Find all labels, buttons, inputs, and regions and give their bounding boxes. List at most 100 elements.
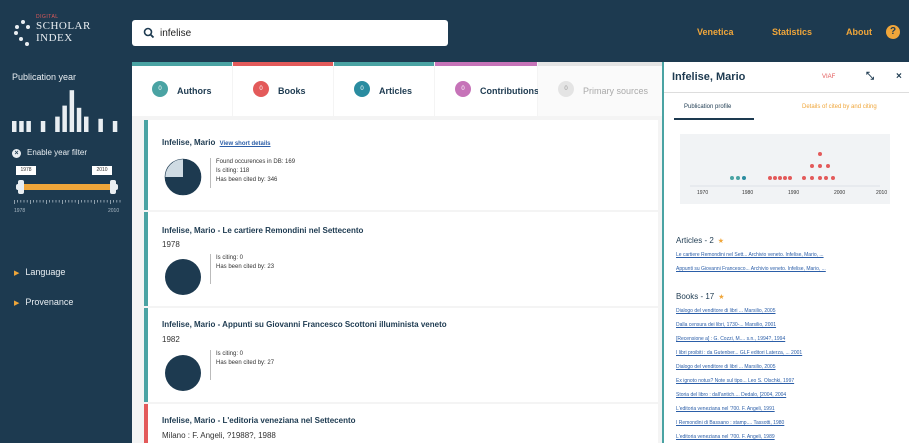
tick-label-start: 1978 — [14, 208, 26, 214]
book-link[interactable]: [Recensione a] : G. Cozzi, M.... s.n., 1… — [676, 336, 785, 342]
nav-statistics[interactable]: Statistics — [772, 27, 812, 37]
book-link[interactable]: Storia del libro : dall'antich.... Dedal… — [676, 392, 786, 398]
tick-mark — [116, 200, 118, 203]
count-badge: 0 — [253, 81, 269, 97]
year-slider-track[interactable] — [16, 184, 118, 190]
book-link[interactable]: L'editoria veneziana nel '700. F. Angeli… — [676, 406, 775, 412]
axis-label: 1970 — [697, 190, 709, 196]
year-ticks — [14, 200, 121, 204]
articles-header[interactable]: Articles - 2 ★ — [676, 236, 724, 245]
year-slider-handle-start[interactable] — [18, 180, 24, 194]
year-from-input[interactable]: 1978 — [16, 166, 36, 175]
book-link[interactable]: Dalla censura dei libri, 1730-... Marsil… — [676, 322, 776, 328]
facet-provenance[interactable]: ▶ Provenance — [14, 297, 73, 307]
tab-articles[interactable]: 0 Articles — [334, 62, 434, 116]
divider — [210, 254, 211, 284]
tick-mark — [87, 200, 89, 203]
tick-mark — [39, 200, 41, 203]
result-title: Infelise, Mario - Appunti su Giovanni Fr… — [162, 320, 447, 329]
details-panel: Infelise, Mario VIAF ⤡ × Publication pro… — [662, 62, 909, 443]
year-to-input[interactable]: 2010 — [92, 166, 112, 175]
tab-label: Contributions — [480, 86, 539, 96]
publication-timeline — [680, 134, 890, 204]
timeline-dot — [768, 176, 772, 180]
view-short-details-link[interactable]: View short details — [220, 141, 271, 147]
enable-year-filter[interactable]: × Enable year filter — [12, 148, 87, 158]
result-info: Is citing: 0 Has been cited by: 27 — [216, 351, 275, 366]
timeline-dot — [742, 176, 746, 180]
citation-pie-chart — [164, 158, 202, 196]
tick-mark — [23, 200, 25, 203]
result-card[interactable]: Infelise, Mario - Le cartiere Remondini … — [144, 212, 658, 306]
pie-slice-cited — [165, 259, 201, 295]
facet-label: Language — [25, 267, 66, 277]
article-link[interactable]: Appunti su Giovanni Francesco... Archivi… — [676, 266, 826, 272]
book-link[interactable]: Dialogo del venditore di libri ... Marsi… — [676, 364, 776, 370]
help-icon[interactable]: ? — [886, 25, 900, 39]
logo-dots-icon — [14, 20, 32, 46]
article-link[interactable]: Le cartiere Remondini nel Sett... Archiv… — [676, 252, 824, 258]
search-input[interactable] — [160, 24, 440, 42]
axis-label: 2000 — [834, 190, 846, 196]
tick-mark — [103, 200, 105, 203]
tick-mark — [46, 200, 47, 204]
sidebar: Publication year × Enable year filter 197… — [0, 62, 132, 443]
tab-primary-sources[interactable]: 0 Primary sources — [538, 62, 662, 116]
book-link[interactable]: I libri proibiti : da Gutenber... GLF ed… — [676, 350, 802, 356]
timeline-dot — [810, 164, 814, 168]
result-title: Infelise, Mario View short details — [162, 138, 271, 147]
histogram-bar — [12, 121, 17, 132]
result-card[interactable]: Infelise, Mario - L'editoria veneziana n… — [144, 404, 658, 443]
result-publisher: Milano : F. Angeli, ?1988?, 1988 — [162, 431, 276, 440]
chevron-right-icon: ▶ — [14, 270, 20, 277]
tab-label: Books — [278, 86, 306, 96]
tab-authors[interactable]: 0 Authors — [132, 62, 232, 116]
tick-mark — [42, 200, 44, 203]
nav-about[interactable]: About — [846, 27, 872, 37]
timeline-dot — [818, 176, 822, 180]
panel-divider — [664, 92, 909, 93]
book-link[interactable]: Ex ignoto notus? Note sul tipo... Leo S.… — [676, 378, 794, 384]
histogram-bar — [76, 107, 82, 132]
tick-mark — [68, 200, 70, 203]
timeline-dot — [773, 176, 777, 180]
tab-contributions[interactable]: 0 Contributions — [435, 62, 539, 116]
year-slider-handle-end[interactable] — [110, 180, 116, 194]
result-title: Infelise, Mario - L'editoria veneziana n… — [162, 416, 356, 425]
timeline-dot — [831, 176, 835, 180]
tick-mark — [84, 200, 86, 203]
close-icon[interactable]: × — [896, 71, 902, 82]
search-icon — [143, 27, 155, 39]
tick-mark — [14, 200, 15, 204]
tick-mark — [90, 200, 92, 203]
tick-mark — [74, 200, 76, 203]
timeline-dot — [824, 176, 828, 180]
tick-mark — [33, 200, 34, 203]
book-link[interactable]: I Remondini di Bassano : stamp.... Tasso… — [676, 420, 784, 426]
book-link[interactable]: L'editoria veneziana nel '700. F. Angeli… — [676, 434, 775, 440]
tab-label: Authors — [177, 86, 212, 96]
tick-mark — [100, 200, 102, 203]
count-badge: 0 — [152, 81, 168, 97]
viaf-link[interactable]: VIAF — [822, 74, 835, 80]
histogram-bar — [40, 121, 46, 132]
timeline-dot — [788, 176, 792, 180]
tick-mark — [49, 200, 50, 203]
result-card[interactable]: Infelise, Mario - Appunti su Giovanni Fr… — [144, 308, 658, 402]
tab-cited-by-citing[interactable]: Details of cited by and citing — [802, 104, 877, 110]
result-tabs: 0 Authors 0 Books 0 Articles 0 Contribut… — [132, 62, 662, 116]
search-bar — [132, 20, 448, 46]
book-link[interactable]: Dialogo del venditore di libri ... Marsi… — [676, 308, 776, 314]
facet-language[interactable]: ▶ Language — [14, 267, 65, 277]
year-filter-label: Enable year filter — [27, 148, 88, 157]
collapse-icon[interactable]: ⤡ — [866, 71, 874, 82]
books-header[interactable]: Books - 17 ★ — [676, 292, 725, 301]
tab-books[interactable]: 0 Books — [233, 62, 333, 116]
result-card[interactable]: Infelise, Mario View short details Found… — [144, 120, 658, 210]
tick-label-end: 2010 — [108, 208, 120, 214]
tab-publication-profile[interactable]: Publication profile — [684, 104, 731, 110]
results-list: Infelise, Mario View short details Found… — [132, 116, 662, 443]
tick-mark — [94, 200, 95, 204]
nav-venetica[interactable]: Venetica — [697, 27, 734, 37]
pie-slice-cited — [165, 355, 201, 391]
